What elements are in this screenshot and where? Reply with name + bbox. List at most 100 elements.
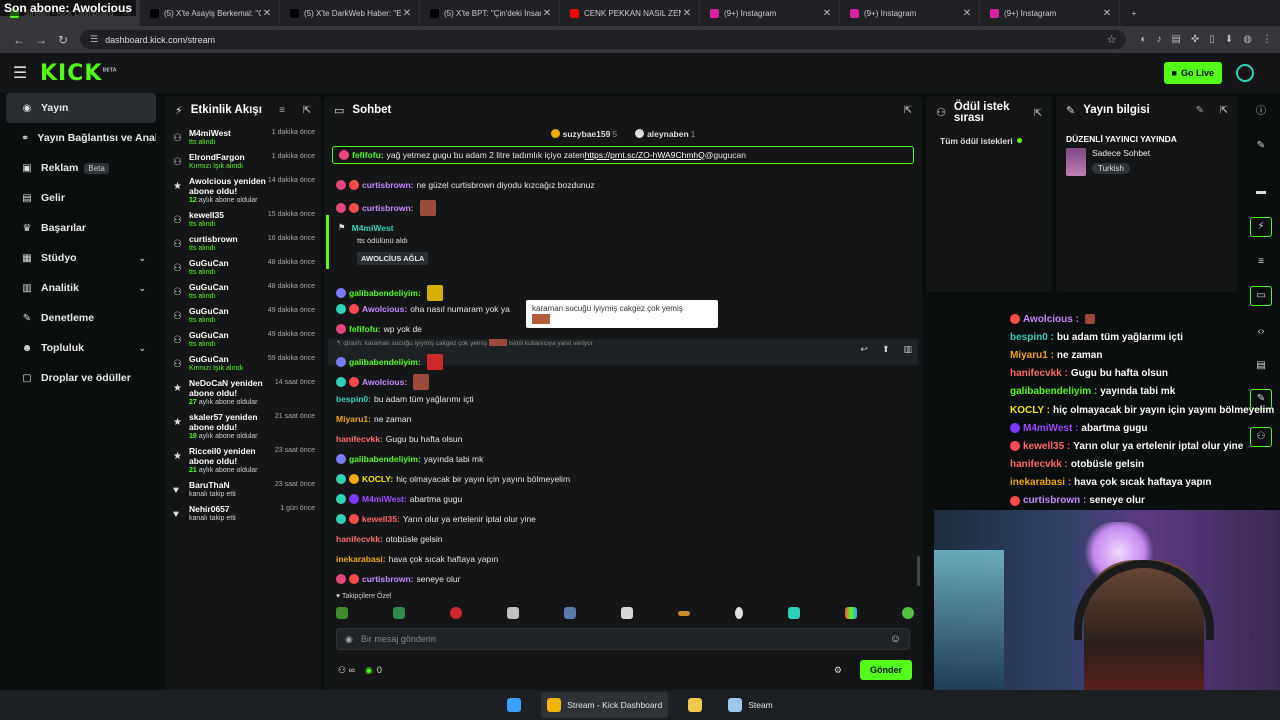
close-tab-icon[interactable]: ✕: [401, 8, 413, 19]
emote-icon[interactable]: [735, 607, 743, 619]
chat-message[interactable]: inekarabasi: hava çok sıcak haftaya yapın: [336, 554, 498, 564]
browser-tab[interactable]: CENK PEKKAN NASIL ZENGİN...✕: [560, 0, 700, 26]
emote-icon[interactable]: [902, 607, 914, 619]
site-info-icon[interactable]: ☰: [90, 34, 98, 45]
top-gifter[interactable]: aleynaben 1: [635, 129, 695, 139]
close-tab-icon[interactable]: ✕: [541, 8, 553, 19]
kick-logo[interactable]: KICKBETA: [40, 61, 117, 86]
chat-message[interactable]: galibabendeliyim:: [336, 354, 443, 370]
go-live-button[interactable]: ■ Go Live: [1163, 62, 1222, 84]
bookmark-star-icon[interactable]: ☆: [1107, 33, 1117, 46]
chat-username[interactable]: Awolcious:: [362, 304, 407, 314]
sidebar-item[interactable]: ▥ Analitik ⌄: [6, 273, 156, 303]
download-icon[interactable]: ⬇: [1225, 34, 1233, 45]
chat-message[interactable]: curtisbrown: ne güzel curtisbrown diyodu …: [336, 180, 595, 190]
hamburger-menu-icon[interactable]: ☰: [0, 63, 40, 83]
chat-message[interactable]: galibabendeliyim:: [336, 285, 443, 301]
forward-icon[interactable]: →: [30, 33, 52, 47]
translate-icon[interactable]: ▤: [1172, 34, 1181, 45]
back-icon[interactable]: ←: [8, 33, 30, 47]
chat-username[interactable]: galibabendeliyim:: [349, 357, 421, 367]
chat-toggle-icon[interactable]: ▭: [1250, 286, 1272, 306]
chat-scrollbar[interactable]: [917, 556, 920, 586]
taskbar-item[interactable]: [501, 692, 527, 718]
emote-icon[interactable]: [564, 607, 576, 619]
emote-icon[interactable]: [788, 607, 800, 619]
activity-item[interactable]: ⚇ GuGuCan tts alındı 48 dakika önce: [165, 254, 321, 278]
chat-message[interactable]: KOCLY: hiç olmayacak bir yayın için yayın…: [336, 474, 570, 484]
sidebar-item[interactable]: ✎ Denetleme: [6, 303, 156, 333]
close-tab-icon[interactable]: ✕: [261, 8, 273, 19]
chat-username[interactable]: KOCLY:: [362, 474, 393, 484]
sidebar-item[interactable]: ▣ Reklam Beta: [6, 153, 156, 183]
close-tab-icon[interactable]: ✕: [961, 8, 973, 19]
browser-menu-icon[interactable]: ⋮: [1262, 34, 1272, 45]
reply-icon[interactable]: ↩: [860, 344, 868, 355]
chat-popout-icon[interactable]: ⇱: [904, 105, 912, 116]
activity-item[interactable]: ⚇ GuGuCan tts alındı 49 dakika önce: [165, 302, 321, 326]
chat-message-input[interactable]: ◉ Bir mesaj gönderin ☺: [336, 628, 910, 650]
chat-message[interactable]: Awolcious: oha nasıl numaram yok ya: [336, 304, 510, 314]
chat-message[interactable]: bespin0: bu adam tüm yağlarımı içti: [336, 394, 474, 404]
extension-icon[interactable]: ◐: [1140, 34, 1146, 45]
chevron-down-icon[interactable]: ⌄: [138, 343, 146, 354]
chat-username[interactable]: Awolcious:: [362, 377, 407, 387]
emote-image[interactable]: [426, 285, 443, 301]
chat-username[interactable]: bespin0:: [336, 394, 371, 404]
emote-icon[interactable]: [678, 610, 690, 616]
chat-message[interactable]: Miyaru1: ne zaman: [336, 414, 411, 424]
emote-icon[interactable]: [450, 607, 462, 619]
chat-message[interactable]: galibabendeliyim: yayında tabi mk: [336, 454, 483, 464]
chevron-down-icon[interactable]: ⌄: [138, 283, 146, 294]
url-field[interactable]: ☰ dashboard.kick.com/stream ☆: [80, 30, 1127, 49]
reward-popout-icon[interactable]: ⇱: [1034, 108, 1042, 119]
chat-username[interactable]: galibabendeliyim:: [349, 288, 421, 298]
activity-item[interactable]: ⚇ GuGuCan Kırmızı Işık alındı 59 dakika önc…: [165, 350, 321, 374]
sidebar-item[interactable]: ☻ Topluluk ⌄: [6, 333, 156, 363]
chat-username[interactable]: M4miWest:: [362, 494, 407, 504]
chat-message[interactable]: curtisbrown:: [336, 200, 436, 216]
pinned-message[interactable]: fefifofu: yağ yetmez gugu bu adam 2 litr…: [332, 146, 914, 164]
emote-image[interactable]: [413, 374, 430, 390]
list-icon[interactable]: ≡: [1254, 255, 1268, 269]
chat-username[interactable]: curtisbrown:: [362, 180, 414, 190]
sidebar-item[interactable]: ▤ Gelir: [6, 183, 156, 213]
chat-message[interactable]: hanifecvkk: otobüsle gelsin: [336, 534, 443, 544]
emote-icon[interactable]: [621, 607, 633, 619]
activity-item[interactable]: ⚇ curtisbrown tts alındı 16 dakika önce: [165, 230, 321, 254]
chat-message[interactable]: curtisbrown: seneye olur: [336, 574, 460, 584]
browser-tab[interactable]: (9+) Instagram ✕: [700, 0, 840, 26]
chat-username[interactable]: fefifofu:: [349, 324, 381, 334]
chat-username[interactable]: curtisbrown:: [362, 574, 414, 584]
browser-tab[interactable]: (9+) Instagram ✕: [980, 0, 1120, 26]
info-icon[interactable]: ⓘ: [1254, 105, 1268, 119]
chat-username[interactable]: Miyaru1:: [336, 414, 371, 424]
chat-username[interactable]: hanifecvkk:: [336, 534, 383, 544]
sidepanel-icon[interactable]: ▯: [1209, 34, 1215, 45]
activity-item[interactable]: ⚇ GuGuCan tts alındı 48 dakika önce: [165, 278, 321, 302]
reload-icon[interactable]: ↻: [52, 33, 74, 47]
emote-icon[interactable]: [336, 607, 348, 619]
activity-item[interactable]: ⚇ ElrondFargon Kırmızı Işık alındı 1 dakika…: [165, 148, 321, 172]
emote-image[interactable]: [419, 200, 436, 216]
pinned-username[interactable]: fefifofu:: [352, 150, 384, 160]
emote-icon[interactable]: [845, 607, 857, 619]
close-tab-icon[interactable]: ✕: [1101, 8, 1113, 19]
taskbar-item[interactable]: Steam: [722, 692, 779, 718]
extensions-puzzle-icon[interactable]: ✜: [1191, 34, 1199, 45]
layout-icon[interactable]: ▬: [1254, 185, 1268, 199]
taskbar-item[interactable]: Stream - Kick Dashboard: [541, 692, 669, 718]
browser-tab[interactable]: (5) X'te DarkWeb Haber: "Es...✕: [280, 0, 420, 26]
activity-item[interactable]: ★ skaler57 yeniden abone oldu! 19 aylık ab…: [165, 408, 321, 442]
user-avatar[interactable]: [1236, 64, 1254, 82]
sidebar-item[interactable]: ▢ Droplar ve ödüller: [6, 363, 156, 393]
chat-username[interactable]: hanifecvkk:: [336, 434, 383, 444]
activity-item[interactable]: ⚇ kewell35 tts alındı 15 dakika önce: [165, 206, 321, 230]
activity-item[interactable]: ★ Ricceil0 yeniden abone oldu! 21 aylık ab…: [165, 442, 321, 476]
pencil-icon[interactable]: ✎: [1254, 139, 1268, 153]
emote-icon[interactable]: [393, 607, 405, 619]
sidebar-item[interactable]: ⚭ Yayın Bağlantısı ve Anahtar: [6, 123, 156, 153]
chat-settings-gear-icon[interactable]: ⚙: [834, 665, 842, 676]
delete-icon[interactable]: ▥: [903, 344, 912, 355]
activity-item[interactable]: ♥ BaruThaN kanalı takip etti 23 saat önce: [165, 476, 321, 500]
